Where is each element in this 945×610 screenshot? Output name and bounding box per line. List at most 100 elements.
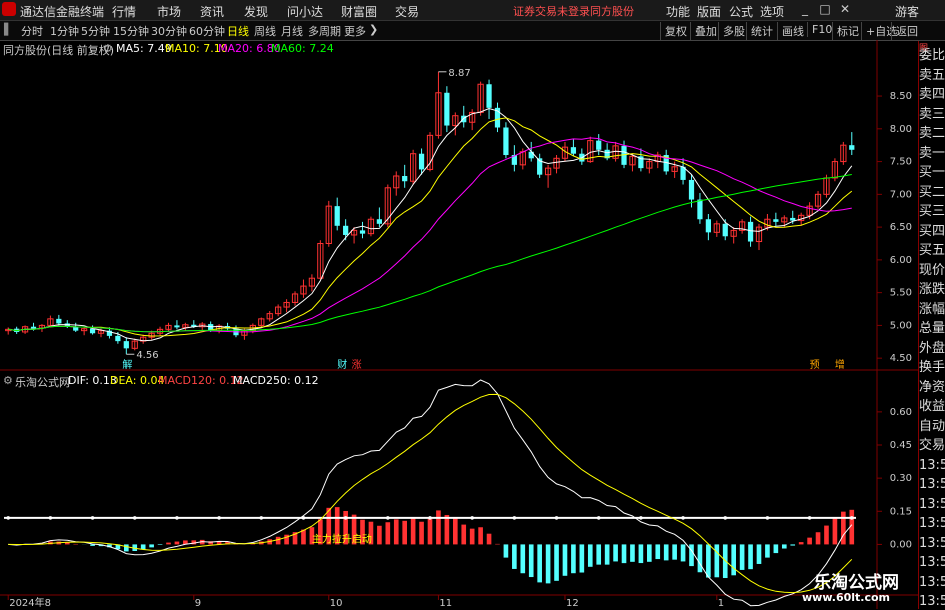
minimize-icon[interactable]: _ bbox=[796, 1, 814, 18]
tab-daily[interactable]: 日线 bbox=[227, 23, 249, 39]
macd-tick-label: 0.00 bbox=[890, 539, 912, 550]
candle-body bbox=[115, 335, 121, 342]
tab-multi-period[interactable]: 多周期 bbox=[308, 23, 341, 39]
candle-body bbox=[174, 325, 180, 328]
sidebar-item-0[interactable]: 委比 bbox=[919, 47, 945, 64]
draw-line-button[interactable]: 画线 bbox=[777, 22, 808, 40]
baseline-dot bbox=[217, 516, 221, 520]
baseline-dot bbox=[386, 516, 390, 520]
price-axis: 4.50 5.00 5.50 6.00 6.50 7.00 7.50 8.00 8.50 bbox=[877, 91, 912, 364]
sidebar-item-8[interactable]: 买三 bbox=[919, 203, 945, 220]
sidebar-item-6[interactable]: 买一 bbox=[919, 164, 945, 181]
sidebar-item-20[interactable]: 交易 bbox=[919, 437, 945, 454]
restore-rights-button[interactable]: 复权 bbox=[660, 22, 691, 40]
sidebar-item-14[interactable]: 总量 bbox=[919, 320, 945, 337]
sidebar-item-22[interactable]: 13:58 bbox=[919, 476, 945, 493]
watermark: 乐淘公式网 www.60lt.com bbox=[800, 566, 918, 609]
tab-more[interactable]: 更多 bbox=[344, 23, 366, 39]
tab-60min[interactable]: 60分钟 bbox=[189, 23, 225, 39]
macd-tick-label: 0.45 bbox=[890, 440, 912, 451]
maximize-icon[interactable]: □ bbox=[816, 1, 834, 18]
watermark-url: www.60lt.com bbox=[802, 591, 891, 604]
sidebar-item-15[interactable]: 外盘 bbox=[919, 340, 945, 357]
date-tick-label: 1 bbox=[718, 598, 724, 609]
baseline-dot bbox=[6, 516, 11, 520]
sidebar-item-17[interactable]: 净资 bbox=[919, 379, 945, 396]
baseline-dot bbox=[512, 516, 517, 520]
sidebar-item-3[interactable]: 卖三 bbox=[919, 106, 945, 123]
stock-chart[interactable]: 4.50 5.00 5.50 6.00 6.50 7.00 7.50 8.00 8.50 8.8… bbox=[0, 40, 918, 609]
sidebar-item-25[interactable]: 13:58 bbox=[919, 535, 945, 552]
sidebar-item-4[interactable]: 卖二 bbox=[919, 125, 945, 142]
price-tick-label: 6.00 bbox=[890, 255, 912, 266]
sidebar-item-9[interactable]: 买四 bbox=[919, 223, 945, 240]
menu-formula[interactable]: 公式 bbox=[729, 3, 753, 20]
sidebar-item-10[interactable]: 买五 bbox=[919, 242, 945, 259]
ma60-line bbox=[8, 174, 852, 333]
candle-body bbox=[30, 326, 37, 329]
tab-5min[interactable]: 5分钟 bbox=[81, 23, 110, 39]
sidebar-item-1[interactable]: 卖五 bbox=[919, 67, 945, 84]
tab-15min[interactable]: 15分钟 bbox=[113, 23, 149, 39]
date-tick-label: 11 bbox=[439, 598, 452, 609]
event-marker: 解 bbox=[122, 358, 132, 371]
menu-market-quote[interactable]: 行情 bbox=[112, 3, 136, 20]
back-button[interactable]: 返回 bbox=[891, 22, 922, 40]
sidebar-item-13[interactable]: 涨幅 bbox=[919, 301, 945, 318]
price-tick-label: 5.00 bbox=[890, 320, 912, 331]
candle-body bbox=[849, 145, 855, 150]
watermark-title: 乐淘公式网 bbox=[814, 573, 899, 593]
overlay-button[interactable]: 叠加 bbox=[690, 22, 721, 40]
sidebar-item-19[interactable]: 自动 bbox=[919, 418, 945, 435]
sidebar-item-12[interactable]: 涨跌 bbox=[919, 281, 945, 298]
sidebar-item-23[interactable]: 13:58 bbox=[919, 496, 945, 513]
menu-news[interactable]: 资讯 bbox=[200, 3, 224, 20]
mark-button[interactable]: 标记 bbox=[832, 22, 863, 40]
statistics-button[interactable]: 统计 bbox=[746, 22, 777, 40]
sidebar-item-27[interactable]: 13:59 bbox=[919, 574, 945, 591]
period-toolbar: ▌ 分时 1分钟 5分钟 15分钟 30分钟 60分钟 日线 周线 月线 多周期… bbox=[0, 21, 945, 41]
candle-body bbox=[697, 199, 703, 220]
menu-functions[interactable]: 功能 bbox=[666, 3, 690, 20]
menu-discover[interactable]: 发现 bbox=[244, 3, 268, 20]
menu-wealth-circle[interactable]: 财富圈 bbox=[341, 3, 377, 20]
menu-market[interactable]: 市场 bbox=[157, 3, 181, 20]
menu-layout[interactable]: 版面 bbox=[697, 3, 721, 20]
candle-body bbox=[570, 147, 577, 154]
candle-body bbox=[343, 225, 349, 235]
candle-body bbox=[486, 84, 492, 108]
trade-login-warning: 证券交易未登录 bbox=[513, 5, 590, 18]
tab-weekly[interactable]: 周线 bbox=[254, 23, 276, 39]
tab-monthly[interactable]: 月线 bbox=[281, 23, 303, 39]
sidebar-item-21[interactable]: 13:58 bbox=[919, 457, 945, 474]
baseline-dot bbox=[807, 516, 812, 520]
sidebar-item-16[interactable]: 换手 bbox=[919, 359, 945, 376]
toolbar-handle-icon: ▌ bbox=[4, 23, 13, 36]
sidebar-item-11[interactable]: 现价 bbox=[919, 262, 945, 279]
menu-options[interactable]: 选项 bbox=[760, 3, 784, 20]
baseline-dot bbox=[90, 516, 95, 520]
sidebar-item-26[interactable]: 13:59 bbox=[919, 554, 945, 571]
candle-body bbox=[359, 230, 366, 234]
macd-axis: 0.00 0.15 0.30 0.45 0.60 bbox=[877, 407, 912, 550]
sidebar-item-24[interactable]: 13:58 bbox=[919, 515, 945, 532]
date-tick-label: 12 bbox=[566, 598, 579, 609]
menu-trade[interactable]: 交易 bbox=[395, 3, 419, 20]
sidebar-item-28[interactable]: 13:59 bbox=[919, 593, 945, 610]
multi-stock-button[interactable]: 多股 bbox=[718, 22, 749, 40]
menu-ask[interactable]: 问小达 bbox=[287, 3, 323, 20]
macd-lines: 主力拉升启动 bbox=[4, 379, 856, 607]
sidebar-item-18[interactable]: 收益 bbox=[919, 398, 945, 415]
tab-intraday[interactable]: 分时 bbox=[21, 23, 43, 39]
sidebar-item-5[interactable]: 卖一 bbox=[919, 145, 945, 162]
tab-1min[interactable]: 1分钟 bbox=[50, 23, 79, 39]
tab-30min[interactable]: 30分钟 bbox=[151, 23, 187, 39]
event-marker: 财 bbox=[337, 358, 347, 371]
guest-label[interactable]: 游客 bbox=[895, 3, 919, 20]
sidebar-item-2[interactable]: 卖四 bbox=[919, 86, 945, 103]
close-icon[interactable]: ✕ bbox=[836, 1, 854, 18]
baseline-dot bbox=[132, 516, 137, 520]
more-arrow-icon[interactable]: ❯ bbox=[369, 23, 378, 36]
baseline-dot bbox=[639, 516, 643, 520]
sidebar-item-7[interactable]: 买二 bbox=[919, 184, 945, 201]
